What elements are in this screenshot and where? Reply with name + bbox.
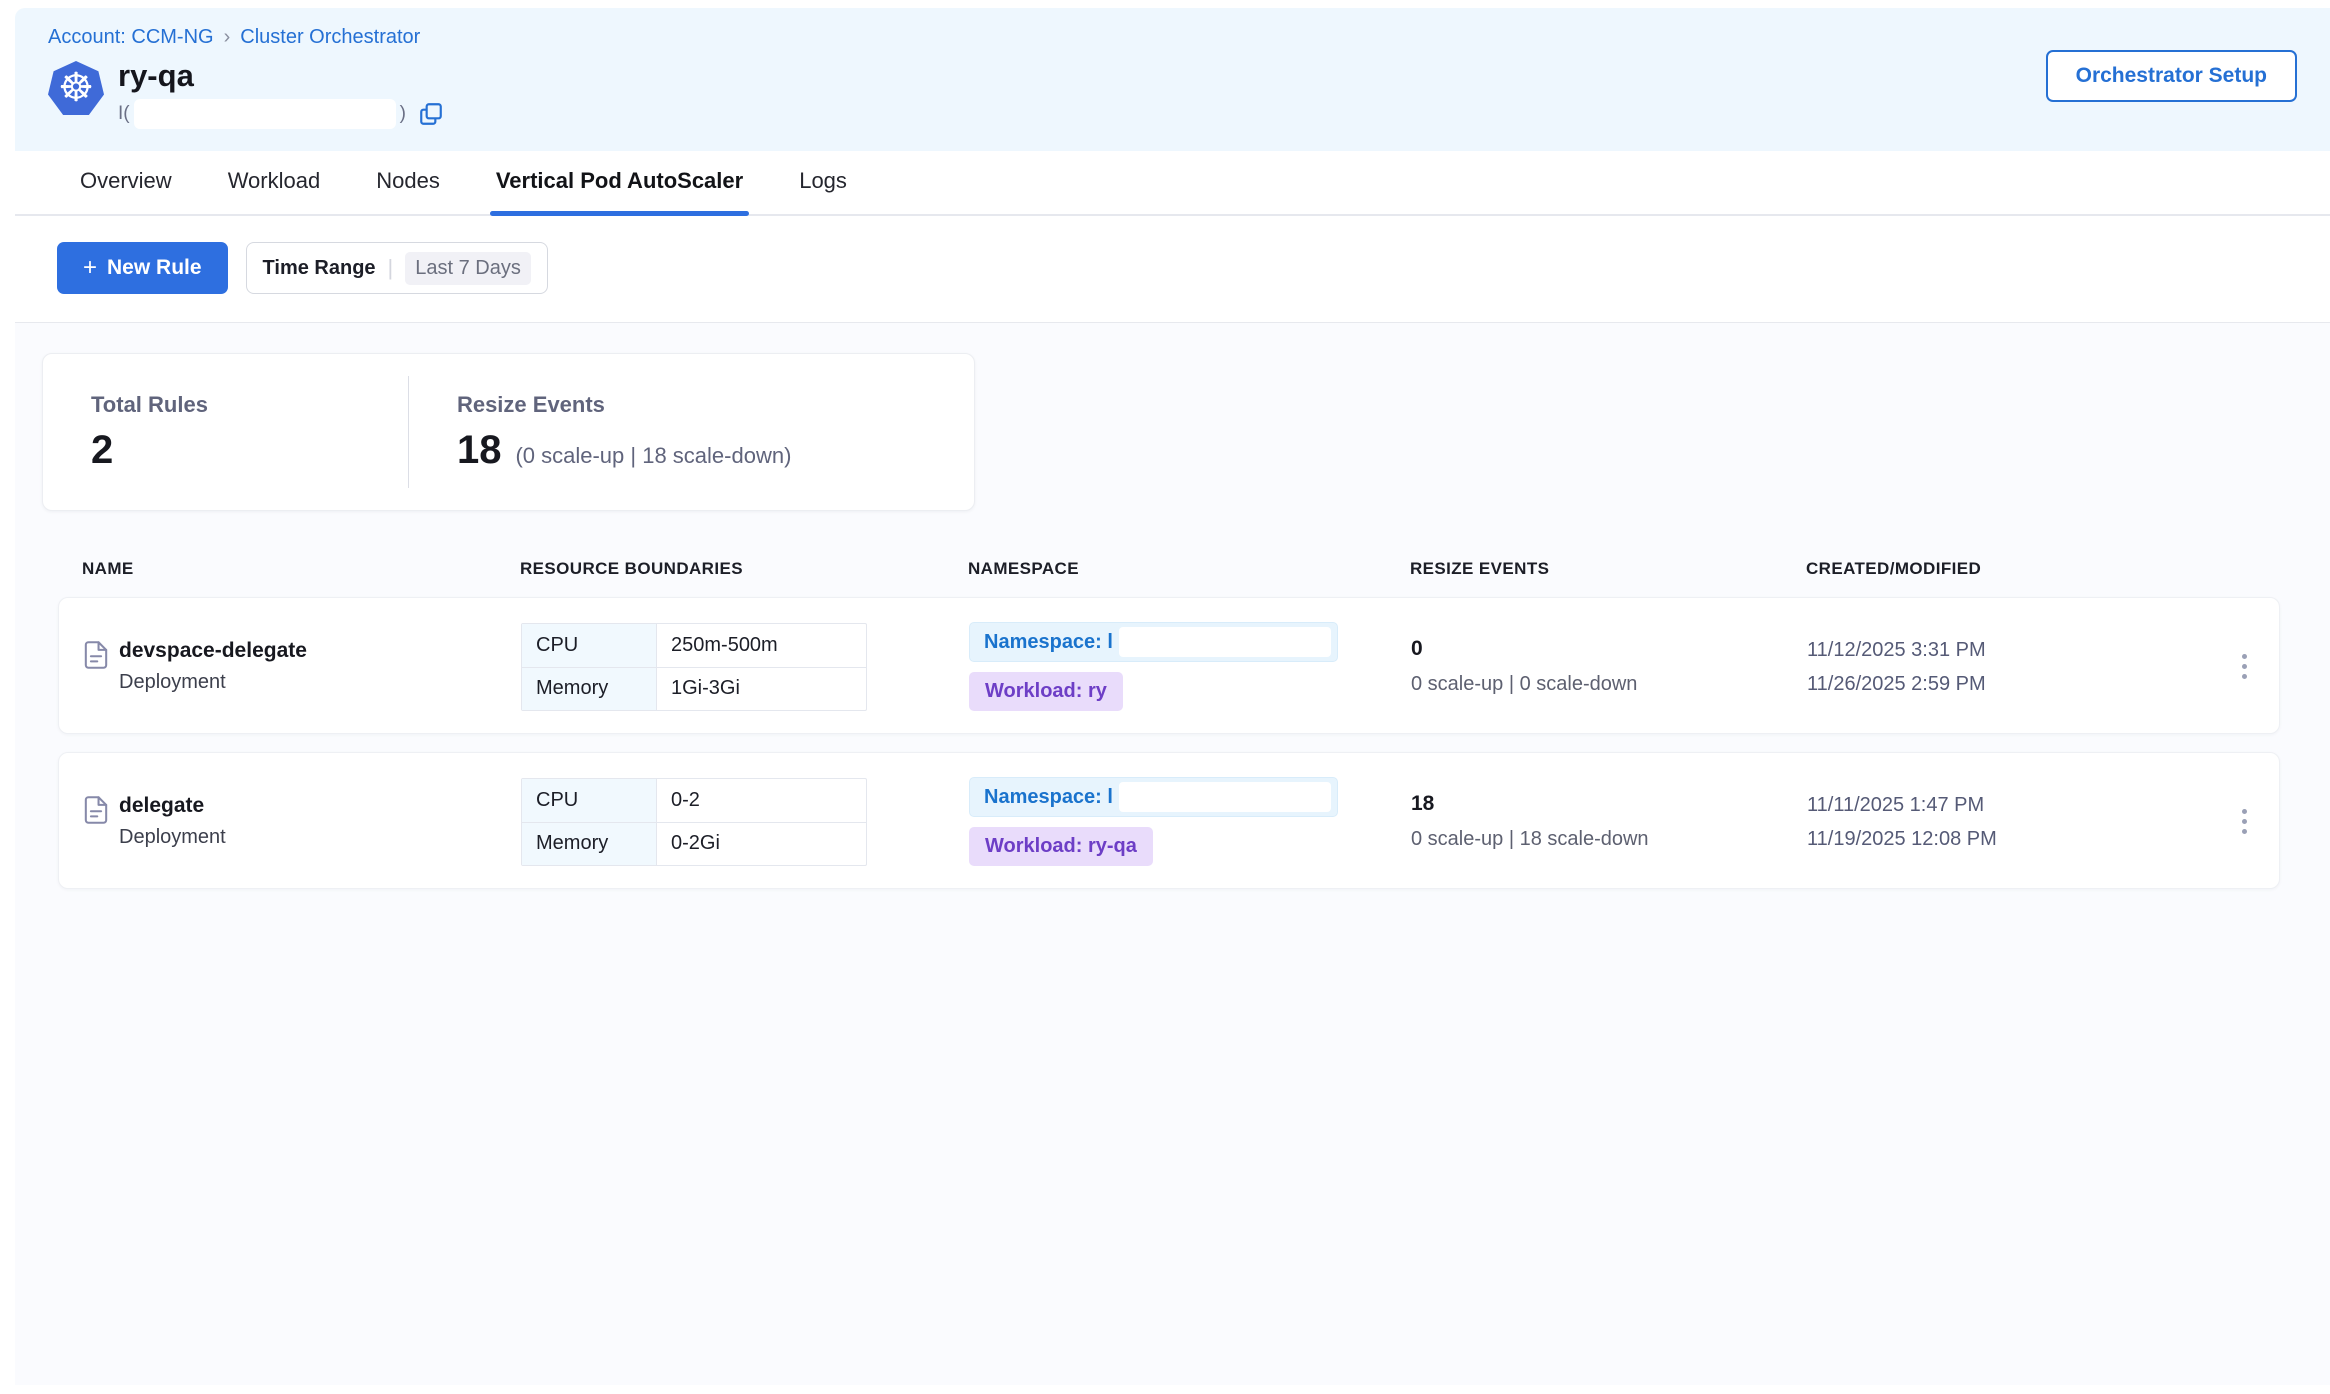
cluster-id-prefix: I( [118, 103, 130, 125]
workload-badge: Workload: ry [969, 672, 1123, 711]
table-row: delegate Deployment CPU 0-2 Memory 0-2Gi [58, 752, 2280, 889]
column-header-created-modified: Created/Modified [1806, 559, 2196, 579]
main-panel: Account: CCM-NG › Cluster Orchestrator ☸… [15, 8, 2330, 1394]
resize-events-label: Resize Events [457, 392, 791, 418]
namespace-badge: Namespace: l [969, 622, 1338, 662]
column-header-name: Name [82, 559, 520, 579]
modified-date: 11/19/2025 12:08 PM [1807, 822, 2195, 856]
resize-events-stat: Resize Events 18 (0 scale-up | 18 scale-… [409, 392, 791, 473]
resize-events-detail: (0 scale-up | 18 scale-down) [515, 443, 791, 469]
namespace-redacted [1119, 782, 1331, 812]
resize-events-value: 18 [457, 428, 502, 473]
total-rules-stat: Total Rules 2 [43, 392, 208, 473]
resize-events-breakdown: 0 scale-up | 18 scale-down [1411, 828, 1807, 851]
chevron-right-icon: › [224, 26, 231, 49]
resource-boundaries-table: CPU 250m-500m Memory 1Gi-3Gi [521, 623, 867, 711]
breadcrumb: Account: CCM-NG › Cluster Orchestrator [48, 26, 2296, 49]
vpa-content-section: Total Rules 2 Resize Events 18 (0 scale-… [15, 323, 2330, 1385]
document-icon [83, 796, 109, 829]
created-date: 11/11/2025 1:47 PM [1807, 788, 2195, 822]
orchestrator-setup-button[interactable]: Orchestrator Setup [2046, 50, 2297, 102]
cpu-label: CPU [522, 779, 657, 822]
toolbar: + New Rule Time Range | Last 7 Days [15, 216, 2330, 323]
page-title: ry-qa [118, 59, 444, 93]
memory-value: 0-2Gi [657, 823, 866, 865]
modified-date: 11/26/2025 2:59 PM [1807, 667, 2195, 701]
cpu-value: 250m-500m [657, 624, 866, 667]
rule-name[interactable]: devspace-delegate [119, 639, 307, 663]
rule-name[interactable]: delegate [119, 794, 226, 818]
total-rules-label: Total Rules [91, 392, 208, 418]
resize-events-count: 18 [1411, 792, 1807, 816]
tab-bar: Overview Workload Nodes Vertical Pod Aut… [15, 151, 2330, 216]
column-header-resource-boundaries: Resource Boundaries [520, 559, 968, 579]
summary-card: Total Rules 2 Resize Events 18 (0 scale-… [42, 353, 975, 511]
tab-nodes[interactable]: Nodes [376, 168, 440, 214]
column-header-resize-events: Resize Events [1410, 559, 1806, 579]
kubernetes-icon: ☸ [48, 61, 104, 115]
breadcrumb-account-link[interactable]: Account: CCM-NG [48, 26, 214, 49]
table-row: devspace-delegate Deployment CPU 250m-50… [58, 597, 2280, 734]
copy-icon[interactable] [418, 101, 444, 127]
new-rule-button[interactable]: + New Rule [57, 242, 228, 294]
cpu-label: CPU [522, 624, 657, 667]
memory-label: Memory [522, 823, 657, 865]
time-range-divider: | [388, 255, 394, 281]
tab-vertical-pod-autoscaler[interactable]: Vertical Pod AutoScaler [496, 168, 743, 214]
breadcrumb-cluster-orchestrator-link[interactable]: Cluster Orchestrator [240, 26, 420, 49]
row-menu-kebab-icon[interactable] [2234, 801, 2255, 842]
workload-badge: Workload: ry-qa [969, 827, 1153, 866]
memory-value: 1Gi-3Gi [657, 668, 866, 710]
cluster-id-suffix: ) [400, 103, 406, 125]
namespace-badge: Namespace: l [969, 777, 1338, 817]
resize-events-count: 0 [1411, 637, 1807, 661]
namespace-redacted [1119, 627, 1331, 657]
row-menu-kebab-icon[interactable] [2234, 646, 2255, 687]
active-tab-underline [490, 211, 749, 216]
cluster-id-redacted [134, 99, 396, 129]
time-range-selector[interactable]: Time Range | Last 7 Days [246, 242, 548, 294]
tab-overview[interactable]: Overview [80, 168, 172, 214]
resize-events-breakdown: 0 scale-up | 0 scale-down [1411, 673, 1807, 696]
document-icon [83, 641, 109, 674]
rule-kind: Deployment [119, 826, 226, 849]
total-rules-value: 2 [91, 428, 113, 473]
rule-kind: Deployment [119, 671, 307, 694]
cluster-id-row: I( ) [118, 99, 444, 129]
cpu-value: 0-2 [657, 779, 866, 822]
resource-boundaries-table: CPU 0-2 Memory 0-2Gi [521, 778, 867, 866]
time-range-label: Time Range [263, 257, 376, 280]
table-header-row: Name Resource Boundaries Namespace Resiz… [58, 559, 2280, 579]
created-date: 11/12/2025 3:31 PM [1807, 633, 2195, 667]
plus-icon: + [83, 256, 97, 280]
memory-label: Memory [522, 668, 657, 710]
page-header: Account: CCM-NG › Cluster Orchestrator ☸… [15, 8, 2330, 151]
tab-logs[interactable]: Logs [799, 168, 847, 214]
tab-workload[interactable]: Workload [228, 168, 321, 214]
column-header-namespace: Namespace [968, 559, 1410, 579]
time-range-value: Last 7 Days [405, 252, 531, 285]
